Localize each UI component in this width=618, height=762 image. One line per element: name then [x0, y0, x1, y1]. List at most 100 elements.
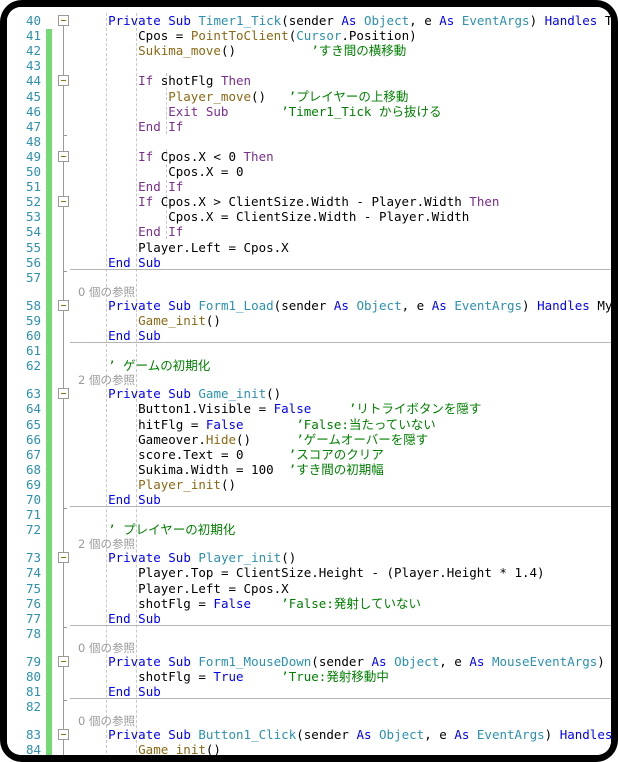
fold-toggle-icon[interactable]	[58, 729, 69, 741]
code-line[interactable]: ’ プレイヤーの初期化	[108, 522, 235, 537]
code-token: Then	[469, 194, 500, 210]
code-line[interactable]: Private Sub Timer1_Tick(sender As Object…	[108, 13, 611, 28]
code-token: End If	[138, 118, 184, 134]
line-number: 78	[25, 625, 41, 641]
line-number: 69	[25, 476, 41, 492]
code-token: MyBase.L	[597, 297, 611, 313]
code-line[interactable]: End If	[138, 224, 183, 239]
line-number: 79	[25, 653, 41, 669]
code-line[interactable]: Gameover.Hide() ’ゲームオーバーを隠す	[138, 432, 428, 447]
code-token: sender	[303, 727, 357, 743]
codelens-reference-count[interactable]: 2 個の参照	[78, 373, 135, 387]
line-number: 80	[25, 669, 41, 684]
code-token: ,	[409, 13, 425, 28]
code-line[interactable]: End Sub	[108, 684, 161, 699]
line-number: 46	[25, 103, 41, 119]
fold-toggle-icon[interactable]	[58, 655, 69, 667]
code-line[interactable]: If Cpos.X < 0 Then	[138, 149, 273, 164]
code-editor-surface[interactable]: 40 Private Sub Timer1_Tick(sender As Obje…	[7, 7, 611, 755]
code-token: As	[356, 727, 380, 743]
code-line[interactable]: Cpos = PointToClient(Cursor.Position)	[138, 28, 416, 43]
code-token: If	[138, 73, 161, 89]
code-line[interactable]: End Sub	[108, 492, 161, 507]
code-line[interactable]: ’ ゲームの初期化	[108, 358, 210, 373]
line-number: 74	[25, 565, 41, 581]
code-line[interactable]: Private Sub Button1_Click(sender As Obje…	[108, 727, 611, 742]
code-token: MouseEventArgs	[491, 653, 598, 669]
code-token: ()	[220, 476, 237, 492]
codelens-reference-count[interactable]: 0 個の参照	[78, 285, 135, 299]
code-line[interactable]: If Cpos.X > ClientSize.Width - Player.Wi…	[138, 194, 499, 209]
line-number: 73	[25, 550, 41, 566]
fold-region-end-tick	[63, 508, 67, 510]
code-token: End Sub	[108, 254, 161, 270]
code-line[interactable]: If shotFlg Then	[138, 73, 251, 88]
code-token: ’ ゲームの初期化	[108, 358, 211, 374]
code-line[interactable]: shotFlg = False ’False:発射していない	[138, 596, 421, 611]
code-line[interactable]: End Sub	[108, 255, 161, 270]
fold-toggle-icon[interactable]	[58, 196, 69, 208]
code-line[interactable]: Private Sub Form1_MouseDown(sender As Ob…	[108, 654, 611, 669]
fold-toggle-icon[interactable]	[58, 299, 69, 311]
code-line[interactable]: End Sub	[108, 328, 161, 343]
fold-toggle-icon[interactable]	[58, 150, 69, 162]
code-line[interactable]: End If	[138, 119, 183, 134]
code-token: score.Text = 0	[138, 446, 289, 462]
code-token: ()	[236, 431, 297, 447]
window-inner: 40 Private Sub Timer1_Tick(sender As Obje…	[7, 7, 611, 755]
code-line[interactable]: Player_init()	[138, 477, 236, 492]
codelens-reference-count[interactable]: 0 個の参照	[78, 714, 135, 728]
code-token: As	[439, 13, 462, 28]
codelens-reference-count[interactable]: 2 個の参照	[78, 537, 135, 551]
fold-toggle-icon[interactable]	[58, 75, 69, 87]
code-token: ()	[220, 43, 312, 59]
fold-toggle-icon[interactable]	[58, 388, 69, 400]
code-token: sender	[288, 13, 342, 28]
code-token: As	[371, 653, 395, 669]
code-token: ,	[439, 653, 455, 669]
code-line[interactable]: Cpos.X = 0	[168, 164, 243, 179]
code-line[interactable]: Sukima.Width = 100 ’すき間の初期幅	[138, 462, 384, 477]
code-line[interactable]: Game_init()	[138, 313, 221, 328]
code-line[interactable]: Button1.Visible = False ’リトライボタンを隠す	[138, 401, 481, 416]
code-token: Form1_Load	[198, 297, 274, 313]
code-line[interactable]: Player.Left = Cpos.X	[138, 581, 289, 596]
code-line[interactable]: hitFlg = False ’False:当たっていない	[138, 417, 436, 432]
code-token: hitFlg =	[138, 416, 206, 432]
code-token: False	[273, 401, 312, 417]
line-number: 68	[25, 461, 41, 477]
code-token: Sukima_move	[138, 43, 221, 59]
code-line[interactable]: Private Sub Form1_Load(sender As Object,…	[108, 298, 611, 313]
fold-toggle-icon[interactable]	[58, 15, 69, 26]
line-number: 44	[25, 73, 41, 89]
line-number: 49	[25, 148, 41, 164]
codelens-reference-count[interactable]: 0 個の参照	[78, 641, 135, 655]
code-line[interactable]: End If	[138, 179, 183, 194]
code-line[interactable]: Player_move() ’プレイヤーの上移動	[168, 89, 408, 104]
code-line[interactable]: Private Sub Game_init()	[108, 386, 281, 401]
indent-guide	[136, 13, 138, 755]
code-line[interactable]: Player.Top = ClientSize.Height - (Player…	[138, 565, 544, 580]
code-line[interactable]: End Sub	[108, 611, 161, 626]
code-line[interactable]: Sukima_move() ’すき間の横移動	[138, 43, 406, 58]
code-token: As	[431, 297, 455, 313]
code-line[interactable]: Private Sub Player_init()	[108, 550, 296, 565]
code-token: ’プレイヤーの上移動	[288, 88, 409, 104]
code-token: e	[416, 297, 432, 313]
fold-toggle-icon[interactable]	[58, 552, 69, 564]
code-token: ’Timer1_Tick から抜ける	[281, 103, 442, 119]
code-token: (	[311, 653, 319, 669]
code-line[interactable]: Game_init()	[138, 742, 221, 755]
line-number: 59	[25, 312, 41, 328]
code-line[interactable]: Exit Sub ’Timer1_Tick から抜ける	[168, 104, 441, 119]
code-token: Private Sub	[108, 297, 199, 313]
code-line[interactable]: Cpos.X = ClientSize.Width - Player.Width	[168, 209, 469, 224]
code-line[interactable]: Player.Left = Cpos.X	[138, 240, 289, 255]
code-token: e	[439, 727, 455, 743]
code-line[interactable]: score.Text = 0 ’スコアのクリア	[138, 447, 384, 462]
code-line[interactable]: shotFlg = True ’True:発射移動中	[138, 669, 389, 684]
line-number: 43	[25, 58, 41, 74]
